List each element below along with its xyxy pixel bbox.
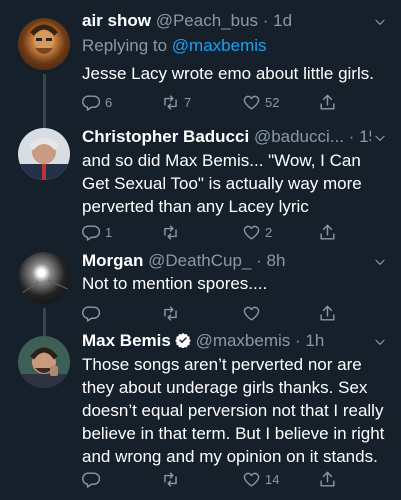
reply-icon: [82, 470, 101, 489]
reply-count: 6: [105, 94, 113, 110]
author-name[interactable]: Morgan: [82, 251, 143, 270]
tweet-text: and so did Max Bemis... "Wow, I Can Get …: [82, 151, 362, 216]
avatar-light-icon: [18, 279, 70, 297]
author-handle[interactable]: @Peach_bus: [156, 11, 258, 30]
retweet-icon: [161, 223, 180, 242]
author-name[interactable]: Max Bemis: [82, 331, 171, 350]
reply-icon: [82, 93, 101, 112]
avatar-max-bemis[interactable]: [18, 336, 70, 388]
tweet-1[interactable]: air show @Peach_bus · 1d Replying to @ma…: [0, 0, 401, 130]
avatar-face-icon: [30, 24, 58, 54]
share-button[interactable]: [318, 221, 341, 243]
author-name[interactable]: Christopher Baducci: [82, 127, 249, 146]
tweet-3[interactable]: Morgan @DeathCup_ · 8h Not to mention sp…: [0, 248, 401, 336]
tweet-header: Morgan @DeathCup_ · 8h: [82, 250, 371, 272]
retweet-button[interactable]: [161, 221, 184, 243]
verified-badge-icon: [175, 333, 191, 348]
avatar-face-icon: [18, 138, 70, 180]
tweet-text: Those songs aren’t perverted nor are the…: [82, 355, 385, 466]
tweet-text: Not to mention spores....: [82, 274, 268, 293]
like-icon: [242, 93, 261, 112]
timestamp[interactable]: · 1h: [295, 331, 324, 350]
author-handle[interactable]: @baducci...: [254, 127, 344, 146]
like-button[interactable]: [242, 302, 265, 324]
tweet-2[interactable]: Christopher Baducci @baducci... · 15h an…: [0, 124, 401, 248]
like-button[interactable]: 14: [242, 468, 279, 490]
reply-icon: [82, 304, 101, 323]
like-count: 14: [265, 471, 280, 487]
thread-line: [43, 74, 46, 130]
retweet-icon: [161, 470, 180, 489]
tweet-header: Max Bemis @maxbemis · 1h: [82, 330, 371, 352]
replying-to: Replying to @maxbemis: [82, 35, 267, 57]
reply-button[interactable]: [82, 302, 105, 324]
action-bar: 1 2: [82, 221, 352, 243]
share-button[interactable]: [318, 302, 341, 324]
retweet-button[interactable]: [161, 468, 184, 490]
avatar-face-icon: [18, 347, 70, 388]
retweet-icon: [161, 304, 180, 323]
retweet-icon: [161, 93, 180, 112]
reply-button[interactable]: 1: [82, 221, 112, 243]
replying-handle-link[interactable]: @maxbemis: [172, 36, 267, 55]
action-bar: 6 7 52: [82, 91, 352, 113]
retweet-count: 7: [184, 94, 192, 110]
share-icon: [318, 304, 337, 323]
replying-prefix: Replying to: [82, 36, 168, 55]
reply-icon: [82, 223, 101, 242]
author-name[interactable]: air show: [82, 11, 151, 30]
tweet-4[interactable]: Max Bemis @maxbemis · 1h Those songs are…: [0, 328, 401, 500]
timestamp[interactable]: · 1d: [263, 11, 292, 30]
like-count: 2: [265, 224, 273, 240]
chevron-down-icon[interactable]: [373, 131, 387, 145]
chevron-down-icon[interactable]: [373, 255, 387, 269]
share-icon: [318, 223, 337, 242]
retweet-button[interactable]: [161, 302, 184, 324]
tweet-header: air show @Peach_bus · 1d: [82, 10, 371, 32]
like-button[interactable]: 52: [242, 91, 279, 113]
like-count: 52: [265, 94, 280, 110]
tweet-text: Jesse Lacy wrote emo about little girls.: [82, 64, 374, 83]
like-icon: [242, 304, 261, 323]
chevron-down-icon[interactable]: [373, 335, 387, 349]
like-button[interactable]: 2: [242, 221, 272, 243]
avatar-morgan[interactable]: [18, 252, 70, 304]
share-button[interactable]: [318, 468, 341, 490]
avatar-air-show[interactable]: [18, 18, 70, 70]
share-icon: [318, 470, 337, 489]
author-handle[interactable]: @DeathCup_: [148, 251, 251, 270]
reply-count: 1: [105, 224, 113, 240]
reply-button[interactable]: 6: [82, 91, 112, 113]
share-icon: [318, 93, 337, 112]
author-handle[interactable]: @maxbemis: [196, 331, 291, 350]
retweet-button[interactable]: 7: [161, 91, 191, 113]
avatar-christopher-baducci[interactable]: [18, 128, 70, 180]
share-button[interactable]: [318, 91, 341, 113]
tweet-header: Christopher Baducci @baducci... · 15h: [82, 126, 371, 148]
action-bar: [82, 302, 352, 324]
reply-button[interactable]: [82, 468, 105, 490]
timestamp[interactable]: · 8h: [256, 251, 285, 270]
timestamp[interactable]: · 15h: [349, 127, 371, 146]
like-icon: [242, 223, 261, 242]
action-bar: 14: [82, 468, 352, 490]
chevron-down-icon[interactable]: [373, 15, 387, 29]
like-icon: [242, 470, 261, 489]
